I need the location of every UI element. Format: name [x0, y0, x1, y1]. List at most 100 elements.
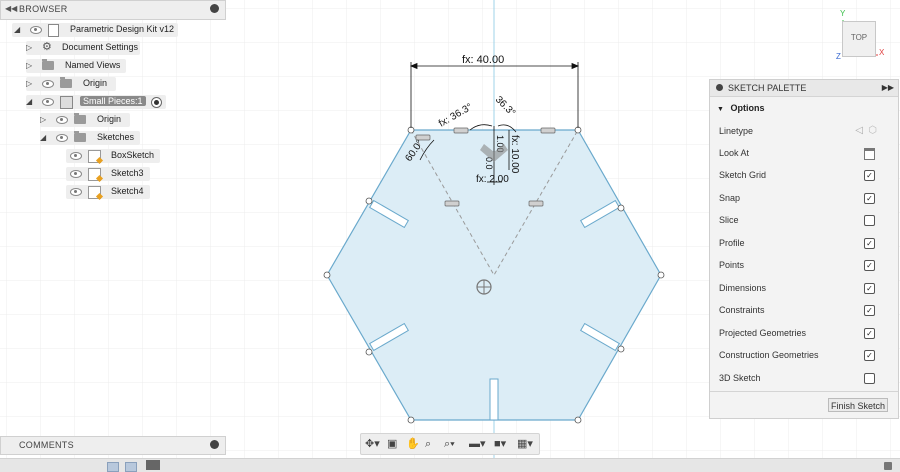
tree-item-label: Origin [83, 78, 108, 88]
tree-item-origin-sub[interactable]: ▷ Origin [40, 113, 130, 127]
projected-geometries-checkbox[interactable]: ✓ [864, 328, 875, 339]
profile-checkbox[interactable]: ✓ [864, 238, 875, 249]
points-checkbox[interactable]: ✓ [864, 260, 875, 271]
zoom-window-icon[interactable]: ⌕▾ [444, 438, 455, 450]
tree-item-label: Origin [97, 114, 122, 124]
viewcube[interactable]: TOP [842, 21, 876, 57]
slice-checkbox[interactable] [864, 215, 875, 226]
eye-icon[interactable] [42, 98, 54, 106]
browser-panel-header[interactable]: ◀◀ BROWSER [0, 0, 226, 20]
sketch-icon [88, 168, 101, 181]
option-label: Constraints [719, 305, 765, 315]
visual-style-icon[interactable]: ■▾ [494, 438, 506, 450]
timeline-marker-icon[interactable] [146, 460, 160, 470]
eye-icon[interactable] [70, 170, 82, 178]
option-construction-geometries[interactable]: Construction Geometries ✓ [719, 349, 889, 363]
navigation-toolbar: ✥▾ ▣ ✋ ⌕ ⌕▾ ▬▾ ■▾ ▦▾ [360, 433, 540, 455]
eye-icon[interactable] [56, 134, 68, 142]
pan-hand-icon[interactable]: ✋ [406, 438, 420, 450]
constraints-checkbox[interactable]: ✓ [864, 305, 875, 316]
zoom-icon[interactable]: ⌕ [425, 438, 431, 450]
calendar-look-at-icon[interactable] [864, 148, 875, 160]
origin-icon[interactable] [476, 279, 492, 295]
eye-icon[interactable] [30, 26, 42, 34]
option-sketch-grid[interactable]: Sketch Grid ✓ [719, 169, 889, 183]
snap-checkbox[interactable]: ✓ [864, 193, 875, 204]
folder-icon [60, 77, 72, 88]
dimension-width-label[interactable]: fx: 40.00 [462, 54, 504, 66]
palette-divider [710, 391, 898, 392]
option-label: Dimensions [719, 283, 767, 293]
option-snap[interactable]: Snap ✓ [719, 192, 889, 206]
tree-item-boxsketch[interactable]: BoxSketch [66, 149, 160, 163]
dimensions-checkbox[interactable]: ✓ [864, 283, 875, 294]
option-projected-geometries[interactable]: Projected Geometries ✓ [719, 327, 889, 341]
dimension-depth[interactable]: fx: 10.00 [509, 135, 520, 174]
collapse-arrow-icon[interactable]: ◢ [40, 133, 46, 142]
option-look-at[interactable]: Look At [719, 147, 889, 161]
palette-toggle-icon[interactable] [716, 84, 723, 91]
sketch-grid-checkbox[interactable]: ✓ [864, 170, 875, 181]
folder-icon [74, 131, 86, 142]
display-settings-icon[interactable]: ▬▾ [469, 438, 486, 450]
pin-icon[interactable] [210, 440, 219, 449]
timeline-end-icon[interactable] [884, 462, 892, 470]
orbit-icon[interactable]: ✥▾ [365, 438, 380, 450]
activate-radio[interactable] [151, 97, 162, 108]
collapse-arrow-icon[interactable]: ◢ [26, 97, 32, 106]
option-linetype[interactable]: Linetype ◁ ⬡ [719, 125, 889, 139]
eye-icon[interactable] [56, 116, 68, 124]
look-at-icon[interactable]: ▣ [387, 438, 397, 450]
tree-item-origin[interactable]: ▷ Origin [26, 77, 116, 91]
tree-item-sketch4[interactable]: Sketch4 [66, 185, 150, 199]
3d-sketch-checkbox[interactable] [864, 373, 875, 384]
eye-icon[interactable] [42, 80, 54, 88]
option-label: Sketch Grid [719, 170, 767, 180]
construction-geometries-checkbox[interactable]: ✓ [864, 350, 875, 361]
option-profile[interactable]: Profile ✓ [719, 237, 889, 251]
tree-item-label: Sketches [97, 132, 135, 142]
construction-line-icon[interactable]: ⬡ [868, 125, 877, 136]
tree-item-label: Named Views [65, 60, 121, 70]
option-label: Snap [719, 193, 741, 203]
expand-arrow-icon[interactable]: ▷ [26, 79, 32, 88]
finish-sketch-button[interactable]: Finish Sketch [828, 398, 888, 412]
option-label: 3D Sketch [719, 373, 761, 383]
tree-item-document-settings[interactable]: ▷ ⚙ Document Settings [26, 41, 140, 55]
comments-panel-header[interactable]: COMMENTS [0, 436, 226, 455]
collapse-icon[interactable]: ◀◀ [5, 4, 17, 13]
grid-settings-icon[interactable]: ▦▾ [517, 438, 533, 450]
expand-right-icon[interactable]: ▶▶ [882, 83, 894, 92]
option-dimensions[interactable]: Dimensions ✓ [719, 282, 889, 296]
option-label: Construction Geometries [719, 350, 819, 360]
collapse-arrow-icon[interactable]: ◢ [14, 25, 20, 34]
tree-item-small-pieces[interactable]: ◢ Small Pieces:1 [26, 95, 166, 109]
tree-item-named-views[interactable]: ▷ Named Views [26, 59, 126, 73]
options-section-header[interactable]: ▼ Options [717, 103, 764, 113]
timeline-bar[interactable] [0, 458, 900, 472]
option-constraints[interactable]: Constraints ✓ [719, 304, 889, 318]
document-icon [48, 24, 59, 37]
tree-item-sketch3[interactable]: Sketch3 [66, 167, 150, 181]
browser-title: BROWSER [19, 4, 68, 14]
pin-icon[interactable] [210, 4, 219, 13]
option-points[interactable]: Points ✓ [719, 259, 889, 273]
tree-item-label: Document Settings [62, 42, 139, 52]
viewcube-axis-z: Z [836, 52, 841, 61]
tree-item-root[interactable]: ◢ Parametric Design Kit v12 [12, 23, 178, 37]
tree-item-label: Parametric Design Kit v12 [70, 24, 175, 34]
linetype-icon[interactable]: ◁ [855, 125, 863, 136]
sketch-palette-header[interactable]: SKETCH PALETTE ▶▶ [710, 80, 898, 97]
expand-arrow-icon[interactable]: ▷ [26, 43, 32, 52]
expand-arrow-icon[interactable]: ▷ [40, 115, 46, 124]
dimension-slot[interactable]: fx: 2.00 [476, 174, 509, 185]
viewcube-face-label[interactable]: TOP [843, 33, 875, 42]
option-slice[interactable]: Slice [719, 214, 889, 228]
sketch-palette: SKETCH PALETTE ▶▶ ▼ Options Linetype ◁ ⬡… [709, 79, 899, 419]
option-3d-sketch[interactable]: 3D Sketch [719, 372, 889, 386]
tree-item-sketches[interactable]: ◢ Sketches [40, 131, 140, 145]
expand-arrow-icon[interactable]: ▷ [26, 61, 32, 70]
eye-icon[interactable] [70, 188, 82, 196]
eye-icon[interactable] [70, 152, 82, 160]
slot-bottom[interactable] [489, 378, 499, 421]
